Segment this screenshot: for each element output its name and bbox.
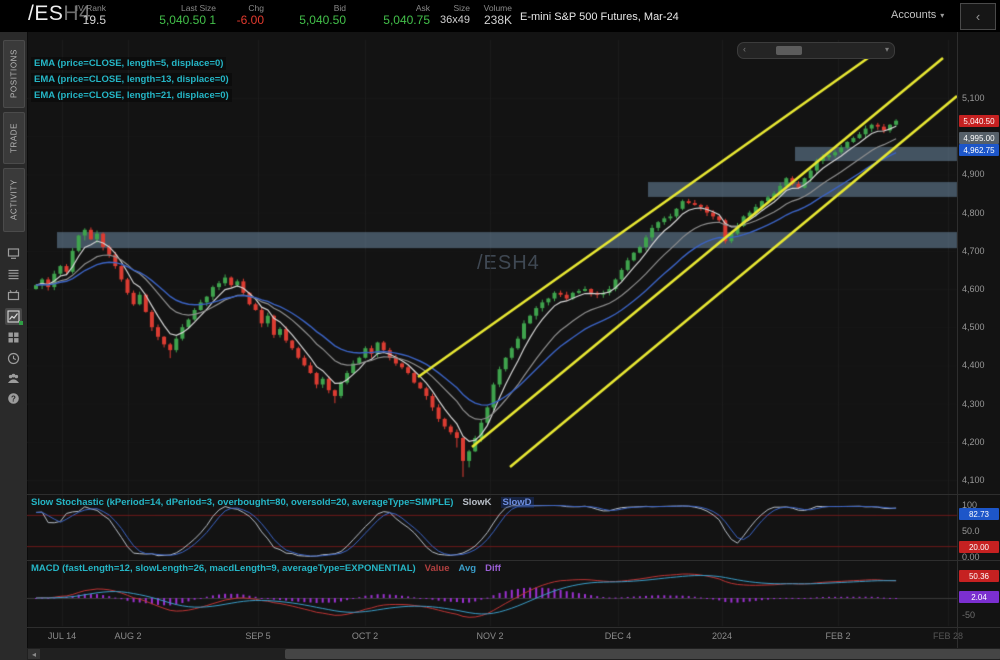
chart-icon[interactable]: [5, 308, 22, 325]
price-axis-label: 4,500: [962, 322, 985, 332]
sidebar-tab-positions[interactable]: POSITIONS: [3, 40, 25, 108]
time-axis-label: SEP 5: [245, 631, 270, 641]
legend-avg[interactable]: Avg: [459, 563, 477, 574]
quote-field-ask: Ask5,040.75: [352, 3, 430, 28]
quote-field-size: Size36x49: [434, 3, 470, 28]
scroll-left-arrow-icon[interactable]: ◂: [28, 649, 40, 659]
price-bubble: 4,995.00: [959, 132, 999, 144]
macd-header: MACD (fastLength=12, slowLength=26, macd…: [31, 563, 501, 574]
quote-field-chg: Chg-6.00: [222, 3, 264, 28]
time-axis-label: AUG 2: [114, 631, 141, 641]
help-icon[interactable]: ?: [5, 390, 22, 407]
price-chart-canvas[interactable]: [27, 32, 1000, 648]
panel-separator[interactable]: [27, 560, 1000, 561]
grid-icon[interactable]: [5, 329, 22, 346]
scrollbar-thumb[interactable]: [285, 649, 1000, 659]
price-bubble: 5,040.50: [959, 115, 999, 127]
study-ema21[interactable]: EMA (price=CLOSE, length=21, displace=0): [31, 89, 232, 102]
community-icon[interactable]: [5, 370, 22, 387]
stoch-bubble: 20.00: [959, 541, 999, 553]
time-axis-label: OCT 2: [352, 631, 378, 641]
quote-header: /ESH4 IV Rank19.5 Last Size5,040.50 1 Ch…: [0, 0, 1000, 32]
slider-left-arrow-icon[interactable]: ‹: [743, 44, 746, 54]
sidebar-tab-trade[interactable]: TRADE: [3, 112, 25, 164]
panel-separator[interactable]: [27, 494, 1000, 495]
legend-slowd[interactable]: SlowD: [501, 497, 534, 508]
sidebar-tab-activity[interactable]: ACTIVITY: [3, 168, 25, 232]
panel-separator: [27, 627, 1000, 628]
price-axis-label: 4,300: [962, 399, 985, 409]
quote-field-volume: Volume238K: [474, 3, 512, 28]
study-ema13[interactable]: EMA (price=CLOSE, length=13, displace=0): [31, 73, 232, 86]
stoch-axis-label: 50.0: [962, 526, 980, 536]
watchlist-icon[interactable]: [5, 266, 22, 283]
time-axis-label: JUL 14: [48, 631, 76, 641]
price-axis-label: 4,600: [962, 284, 985, 294]
time-zoom-slider[interactable]: ‹ ▾: [737, 42, 895, 59]
contract-description: E-mini S&P 500 Futures, Mar-24: [520, 11, 679, 23]
study-ema5[interactable]: EMA (price=CLOSE, length=5, displace=0): [31, 57, 226, 70]
price-axis-label: 5,100: [962, 93, 985, 103]
price-axis-border: [957, 32, 958, 648]
slider-thumb[interactable]: [776, 46, 802, 55]
price-axis-label: 4,100: [962, 475, 985, 485]
tv-icon[interactable]: [5, 287, 22, 304]
legend-slowk[interactable]: SlowK: [462, 497, 491, 508]
price-axis-label: 4,900: [962, 169, 985, 179]
stochastic-title[interactable]: Slow Stochastic (kPeriod=14, dPeriod=3, …: [31, 497, 453, 508]
svg-text:?: ?: [11, 394, 16, 403]
quote-field-last-size: Last Size5,040.50 1: [118, 3, 216, 28]
clock-icon[interactable]: [5, 350, 22, 367]
collapse-panel-button[interactable]: ‹: [960, 3, 996, 30]
left-sidebar: POSITIONS TRADE ACTIVITY ?: [0, 32, 28, 660]
time-axis-label: FEB 28: [933, 631, 963, 641]
monitor-icon[interactable]: [5, 245, 22, 262]
accounts-dropdown[interactable]: Accounts▾: [891, 9, 944, 21]
price-axis-label: 4,700: [962, 246, 985, 256]
price-axis-label: 4,200: [962, 437, 985, 447]
price-axis-label: 4,400: [962, 360, 985, 370]
price-axis-label: 4,800: [962, 208, 985, 218]
macd-title[interactable]: MACD (fastLength=12, slowLength=26, macd…: [31, 563, 416, 574]
stochastic-header: Slow Stochastic (kPeriod=14, dPeriod=3, …: [31, 497, 534, 508]
time-axis-label: 2024: [712, 631, 732, 641]
macd-bubble: 50.36: [959, 570, 999, 582]
legend-value[interactable]: Value: [425, 563, 450, 574]
time-axis-label: FEB 2: [825, 631, 850, 641]
active-marker: [19, 321, 23, 325]
stoch-axis-label: 0.00: [962, 552, 980, 562]
time-axis-label: DEC 4: [605, 631, 632, 641]
time-axis-label: NOV 2: [476, 631, 503, 641]
quote-field-bid: Bid5,040.50: [270, 3, 346, 28]
macd-axis-label: -50: [962, 610, 975, 620]
chevron-down-icon: ▾: [940, 11, 944, 20]
legend-diff[interactable]: Diff: [485, 563, 501, 574]
stoch-bubble: 82.73: [959, 508, 999, 520]
quote-field-iv-rank: IV Rank19.5: [48, 3, 106, 28]
study-labels: EMA (price=CLOSE, length=5, displace=0) …: [31, 57, 232, 105]
horizontal-scrollbar[interactable]: ◂: [27, 648, 1000, 660]
price-bubble: 4,962.75: [959, 144, 999, 156]
slider-dropdown-icon[interactable]: ▾: [885, 45, 889, 54]
macd-bubble: 2.04: [959, 591, 999, 603]
